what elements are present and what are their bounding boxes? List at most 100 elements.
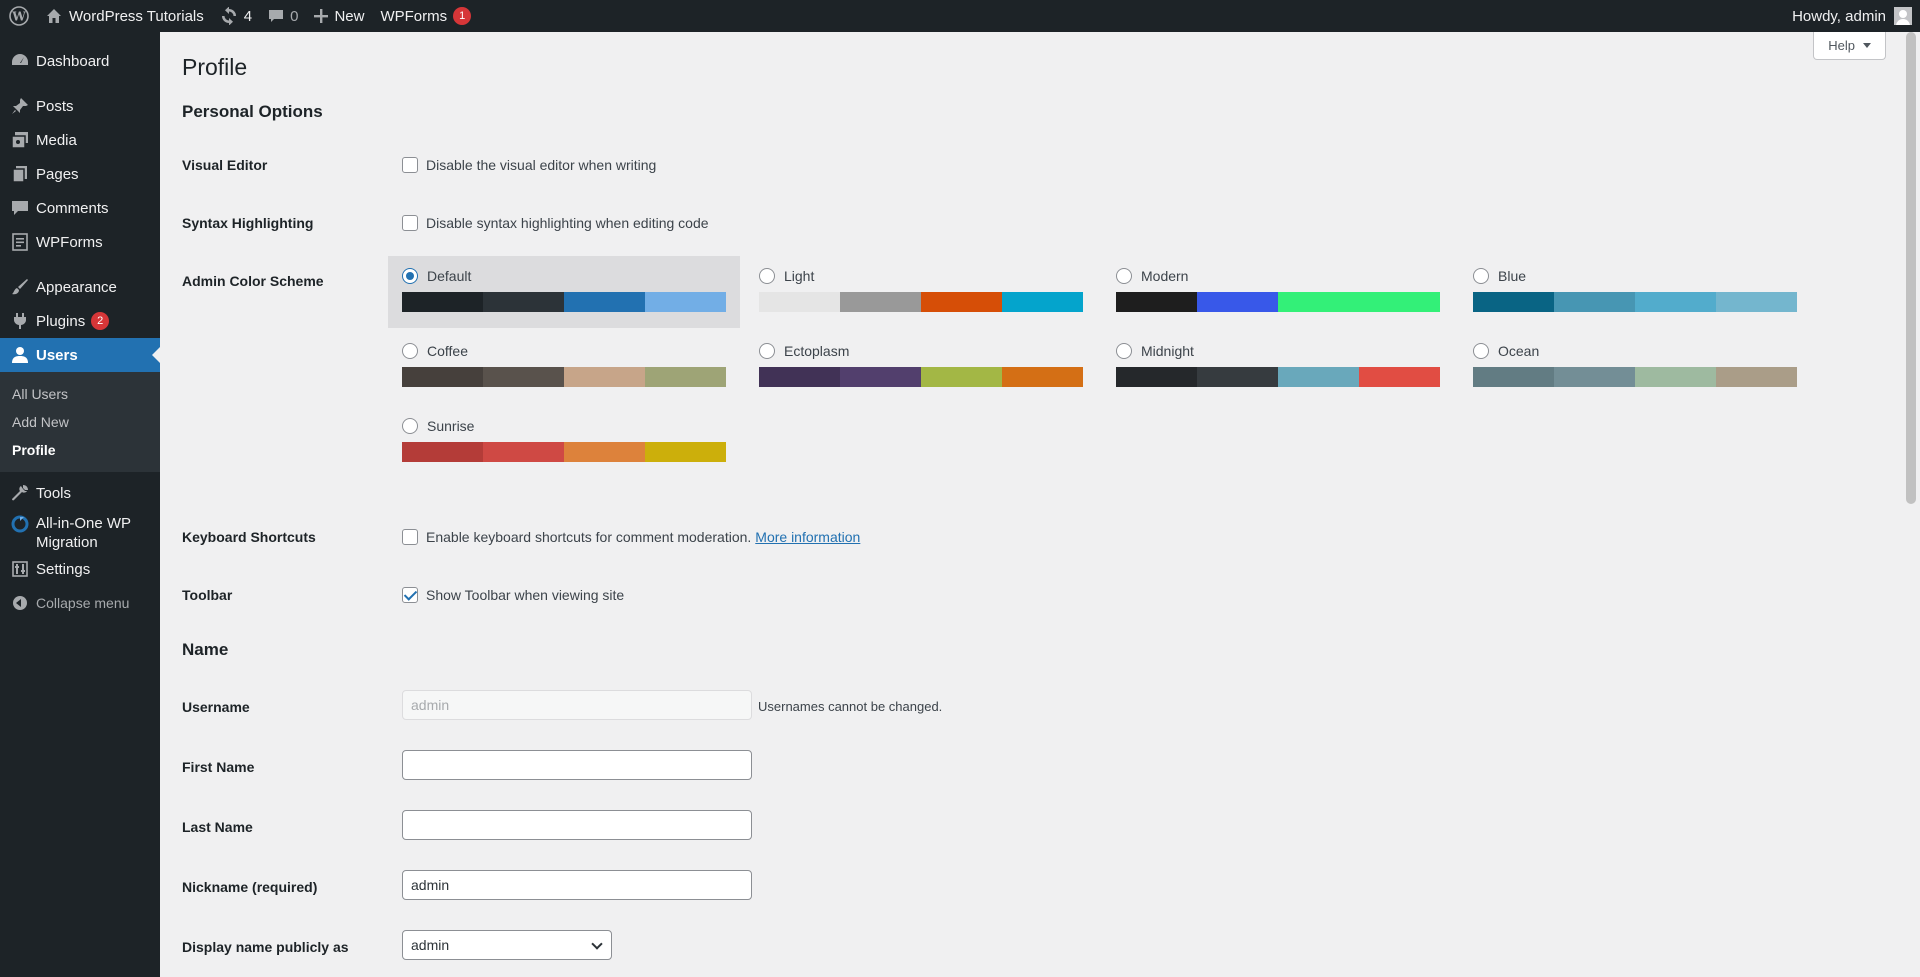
sidebar-item-users[interactable]: Users <box>0 338 160 372</box>
new-label: New <box>334 7 365 25</box>
submenu-item-add-new[interactable]: Add New <box>0 408 160 436</box>
color-scheme-ectoplasm[interactable]: Ectoplasm <box>745 331 1097 403</box>
last-name-label: Last Name <box>182 819 253 835</box>
help-button[interactable]: Help <box>1813 32 1886 60</box>
color-scheme-blue[interactable]: Blue <box>1459 256 1811 328</box>
display-name-selected-value: admin <box>411 937 450 953</box>
keyboard-shortcuts-option[interactable]: Enable keyboard shortcuts for comment mo… <box>402 529 860 545</box>
scrollbar-thumb[interactable] <box>1906 32 1916 504</box>
color-scheme-radio-midnight[interactable] <box>1116 343 1132 359</box>
sidebar-item-wpforms[interactable]: WPForms <box>0 225 160 259</box>
submenu-item-profile[interactable]: Profile <box>0 436 160 464</box>
toolbar-checkbox[interactable] <box>402 587 418 603</box>
color-scheme-radio-blue[interactable] <box>1473 268 1489 284</box>
more-information-link[interactable]: More information <box>755 529 860 545</box>
sidebar-item-media[interactable]: Media <box>0 123 160 157</box>
color-scheme-radio-default[interactable] <box>402 268 418 284</box>
color-scheme-name: Sunrise <box>427 418 475 434</box>
color-swatch <box>645 292 726 312</box>
paintbrush-icon <box>12 279 28 295</box>
wpforms-menu-link[interactable]: WPForms 1 <box>372 0 479 32</box>
color-scheme-name: Blue <box>1498 268 1527 284</box>
color-scheme-light[interactable]: Light <box>745 256 1097 328</box>
my-account-link[interactable]: Howdy, admin <box>1784 0 1920 32</box>
personal-options-heading: Personal Options <box>182 102 323 121</box>
color-scheme-radio-modern[interactable] <box>1116 268 1132 284</box>
color-swatches <box>1116 292 1440 312</box>
color-scheme-radio-coffee[interactable] <box>402 343 418 359</box>
syntax-highlighting-option[interactable]: Disable syntax highlighting when editing… <box>402 215 709 231</box>
last-name-input[interactable] <box>402 810 752 840</box>
sidebar-item-dashboard[interactable]: Dashboard <box>0 44 160 78</box>
color-scheme-radio-sunrise[interactable] <box>402 418 418 434</box>
color-scheme-ocean[interactable]: Ocean <box>1459 331 1811 403</box>
keyboard-shortcuts-text: Enable keyboard shortcuts for comment mo… <box>426 529 752 545</box>
sidebar-item-tools[interactable]: Tools <box>0 476 160 510</box>
syntax-highlighting-checkbox[interactable] <box>402 215 418 231</box>
color-scheme-modern[interactable]: Modern <box>1102 256 1454 328</box>
color-swatch <box>1716 292 1797 312</box>
submenu-item-all-users[interactable]: All Users <box>0 380 160 408</box>
color-swatches <box>402 367 726 387</box>
media-icon <box>11 132 28 149</box>
color-swatch <box>564 367 645 387</box>
keyboard-shortcuts-checkbox[interactable] <box>402 529 418 545</box>
color-scheme-header: Ocean <box>1473 343 1797 359</box>
caret-down-icon <box>1863 43 1871 48</box>
site-name-link[interactable]: WordPress Tutorials <box>38 0 212 32</box>
sidebar-item-settings[interactable]: Settings <box>0 552 160 586</box>
color-scheme-sunrise[interactable]: Sunrise <box>388 406 740 478</box>
collapse-arrow-icon <box>13 596 27 610</box>
color-swatches <box>402 292 726 312</box>
color-scheme-coffee[interactable]: Coffee <box>388 331 740 403</box>
color-scheme-name: Ocean <box>1498 343 1540 359</box>
sidebar-item-appearance[interactable]: Appearance <box>0 270 160 304</box>
visual-editor-option[interactable]: Disable the visual editor when writing <box>402 157 656 173</box>
color-scheme-name: Ectoplasm <box>784 343 850 359</box>
wordpress-logo-button[interactable]: W <box>0 0 38 32</box>
pages-icon <box>12 166 27 183</box>
nickname-input[interactable]: admin <box>402 870 752 900</box>
display-name-select[interactable]: admin <box>402 930 612 960</box>
color-scheme-header: Sunrise <box>402 418 726 434</box>
avatar <box>1894 7 1912 25</box>
color-swatch <box>645 367 726 387</box>
main-content: Help Profile Personal Options Visual Edi… <box>160 32 1902 977</box>
name-heading: Name <box>182 640 229 659</box>
sidebar-item-all-in-one-migration[interactable]: All-in-One WP Migration <box>0 510 160 552</box>
sidebar-item-pages[interactable]: Pages <box>0 157 160 191</box>
toolbar-option[interactable]: Show Toolbar when viewing site <box>402 587 624 603</box>
color-scheme-radio-ocean[interactable] <box>1473 343 1489 359</box>
color-scheme-header: Modern <box>1116 268 1440 284</box>
wpforms-label: WPForms <box>380 7 448 25</box>
color-swatch <box>1197 292 1278 312</box>
sidebar-label-media: Media <box>36 131 77 149</box>
help-label: Help <box>1828 38 1855 53</box>
sidebar-item-posts[interactable]: Posts <box>0 89 160 123</box>
first-name-input[interactable] <box>402 750 752 780</box>
sidebar-item-comments[interactable]: Comments <box>0 191 160 225</box>
color-swatch <box>645 442 726 462</box>
updates-icon <box>221 7 236 25</box>
color-scheme-radio-light[interactable] <box>759 268 775 284</box>
comments-link[interactable]: 0 <box>260 0 306 32</box>
collapse-menu-button[interactable]: Collapse menu <box>0 586 160 620</box>
color-scheme-name: Default <box>427 268 472 284</box>
new-content-link[interactable]: New <box>306 0 372 32</box>
comment-icon <box>269 10 284 22</box>
color-swatches <box>759 367 1083 387</box>
pushpin-icon <box>12 98 28 114</box>
howdy-text: Howdy, admin <box>1792 7 1886 25</box>
page-scrollbar[interactable] <box>1902 32 1920 977</box>
color-swatch <box>840 292 921 312</box>
username-hint: Usernames cannot be changed. <box>758 699 943 714</box>
color-scheme-midnight[interactable]: Midnight <box>1102 331 1454 403</box>
color-scheme-default[interactable]: Default <box>388 256 740 328</box>
visual-editor-checkbox[interactable] <box>402 157 418 173</box>
username-input[interactable]: admin <box>402 690 752 720</box>
sidebar-item-plugins[interactable]: Plugins 2 <box>0 304 160 338</box>
color-scheme-radio-ectoplasm[interactable] <box>759 343 775 359</box>
sidebar-label-users: Users <box>36 346 78 364</box>
color-swatch <box>1554 367 1635 387</box>
updates-link[interactable]: 4 <box>212 0 260 32</box>
